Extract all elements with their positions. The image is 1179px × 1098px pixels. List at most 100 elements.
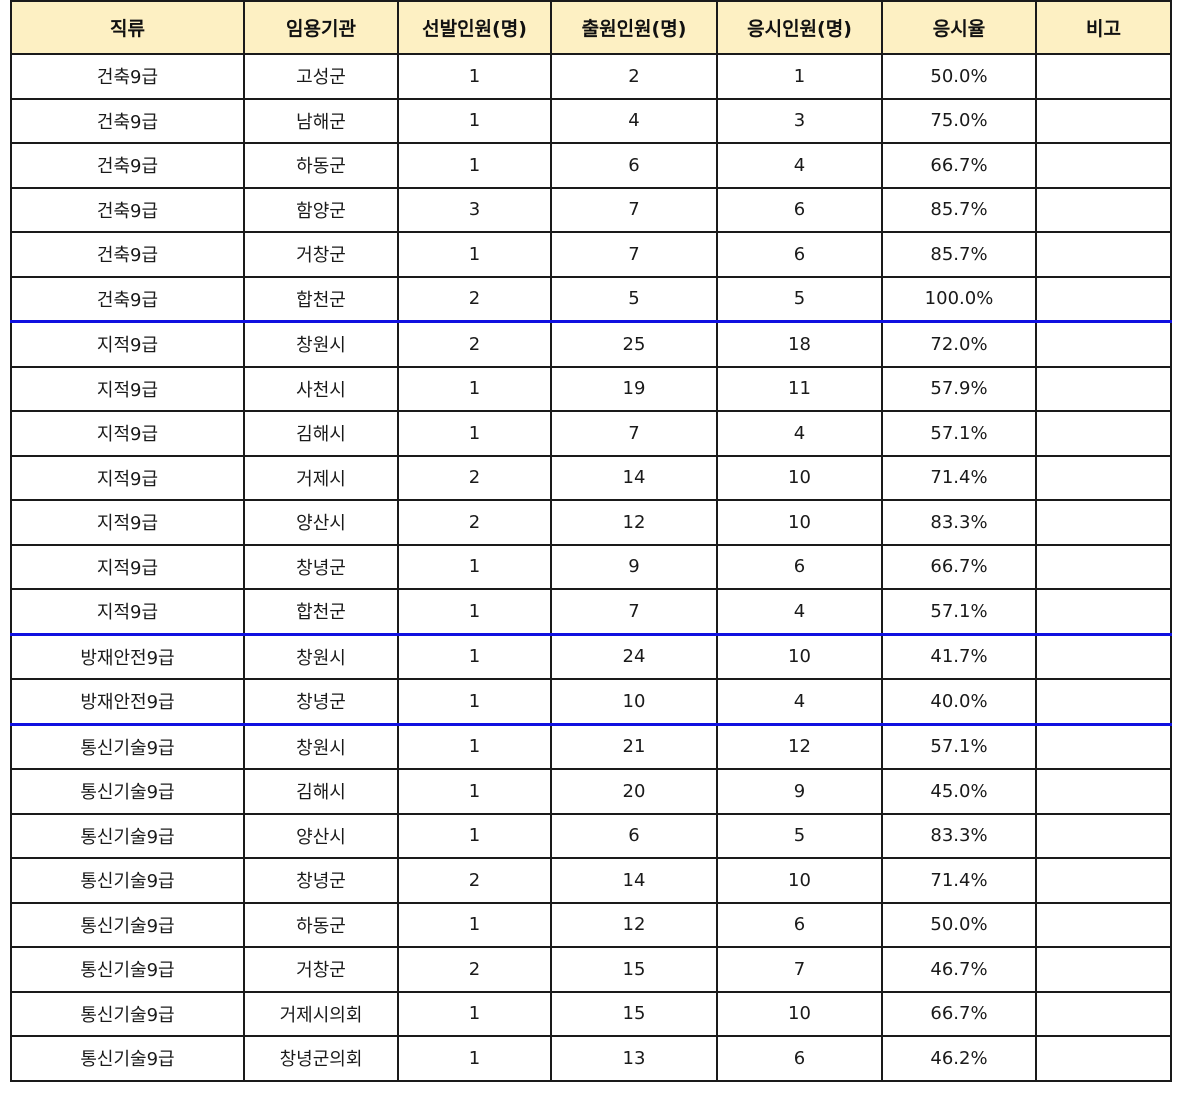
cell-applicant-count: 12	[550, 901, 718, 948]
cell-agency: 하동군	[243, 142, 399, 189]
cell-remarks	[1035, 454, 1172, 501]
cell-agency: 창원시	[243, 632, 399, 680]
table-row: 통신기술9급 김해시 1 20 9 45.0%	[10, 768, 1172, 815]
cell-remarks	[1035, 142, 1172, 189]
table-row: 통신기술9급 거제시의회 1 15 10 66.7%	[10, 990, 1172, 1037]
table-row: 지적9급 창원시 2 25 18 72.0%	[10, 320, 1172, 368]
cell-selected-count: 1	[397, 990, 552, 1037]
header-selected-count: 선발인원(명)	[397, 0, 552, 55]
cell-attendance-rate: 83.3%	[881, 812, 1037, 859]
cell-agency: 창녕군	[243, 543, 399, 590]
cell-remarks	[1035, 678, 1172, 725]
cell-job-category: 지적9급	[10, 410, 245, 457]
table-row: 방재안전9급 창원시 1 24 10 41.7%	[10, 632, 1172, 680]
table-row: 건축9급 거창군 1 7 6 85.7%	[10, 231, 1172, 278]
cell-examinee-count: 12	[716, 722, 883, 770]
cell-agency: 양산시	[243, 812, 399, 859]
table-header: 직류 임용기관 선발인원(명) 출원인원(명) 응시인원(명) 응시율 비고	[10, 0, 1172, 55]
cell-job-category: 통신기술9급	[10, 946, 245, 993]
cell-examinee-count: 10	[716, 499, 883, 546]
cell-remarks	[1035, 53, 1172, 100]
table-row: 지적9급 창녕군 1 9 6 66.7%	[10, 543, 1172, 590]
cell-remarks	[1035, 812, 1172, 859]
cell-job-category: 통신기술9급	[10, 1035, 245, 1082]
cell-selected-count: 1	[397, 142, 552, 189]
header-applicant-count: 출원인원(명)	[550, 0, 718, 55]
cell-attendance-rate: 57.1%	[881, 410, 1037, 457]
exam-statistics-table: 직류 임용기관 선발인원(명) 출원인원(명) 응시인원(명) 응시율 비고 건…	[10, 0, 1172, 1082]
cell-agency: 김해시	[243, 768, 399, 815]
cell-selected-count: 2	[397, 320, 552, 368]
cell-agency: 하동군	[243, 901, 399, 948]
table-row: 건축9급 함양군 3 7 6 85.7%	[10, 186, 1172, 233]
cell-attendance-rate: 85.7%	[881, 231, 1037, 278]
cell-job-category: 지적9급	[10, 588, 245, 635]
cell-examinee-count: 10	[716, 632, 883, 680]
cell-selected-count: 2	[397, 454, 552, 501]
cell-job-category: 지적9급	[10, 365, 245, 412]
table-row: 건축9급 남해군 1 4 3 75.0%	[10, 97, 1172, 144]
cell-applicant-count: 4	[550, 97, 718, 144]
cell-job-category: 통신기술9급	[10, 901, 245, 948]
cell-agency: 합천군	[243, 588, 399, 635]
cell-remarks	[1035, 186, 1172, 233]
cell-job-category: 건축9급	[10, 142, 245, 189]
cell-agency: 함양군	[243, 186, 399, 233]
cell-agency: 합천군	[243, 275, 399, 323]
cell-job-category: 지적9급	[10, 499, 245, 546]
cell-job-category: 지적9급	[10, 543, 245, 590]
cell-agency: 거창군	[243, 946, 399, 993]
cell-attendance-rate: 50.0%	[881, 901, 1037, 948]
cell-job-category: 통신기술9급	[10, 990, 245, 1037]
cell-remarks	[1035, 722, 1172, 770]
cell-remarks	[1035, 768, 1172, 815]
cell-examinee-count: 9	[716, 768, 883, 815]
table-row: 지적9급 거제시 2 14 10 71.4%	[10, 454, 1172, 501]
cell-selected-count: 1	[397, 97, 552, 144]
cell-attendance-rate: 57.1%	[881, 722, 1037, 770]
cell-examinee-count: 6	[716, 186, 883, 233]
cell-examinee-count: 10	[716, 454, 883, 501]
table-row: 통신기술9급 양산시 1 6 5 83.3%	[10, 812, 1172, 859]
cell-selected-count: 1	[397, 678, 552, 725]
cell-examinee-count: 4	[716, 142, 883, 189]
table-row: 건축9급 합천군 2 5 5 100.0%	[10, 275, 1172, 323]
header-remarks: 비고	[1035, 0, 1172, 55]
cell-applicant-count: 5	[550, 275, 718, 323]
cell-agency: 창원시	[243, 320, 399, 368]
cell-attendance-rate: 83.3%	[881, 499, 1037, 546]
table-row: 지적9급 합천군 1 7 4 57.1%	[10, 588, 1172, 635]
cell-applicant-count: 7	[550, 410, 718, 457]
cell-selected-count: 3	[397, 186, 552, 233]
cell-applicant-count: 20	[550, 768, 718, 815]
cell-job-category: 건축9급	[10, 231, 245, 278]
cell-examinee-count: 4	[716, 410, 883, 457]
cell-selected-count: 1	[397, 901, 552, 948]
cell-attendance-rate: 40.0%	[881, 678, 1037, 725]
cell-agency: 창녕군의회	[243, 1035, 399, 1082]
cell-job-category: 건축9급	[10, 275, 245, 323]
cell-selected-count: 2	[397, 857, 552, 904]
cell-applicant-count: 19	[550, 365, 718, 412]
cell-selected-count: 1	[397, 231, 552, 278]
cell-applicant-count: 6	[550, 812, 718, 859]
cell-attendance-rate: 85.7%	[881, 186, 1037, 233]
table-row: 방재안전9급 창녕군 1 10 4 40.0%	[10, 678, 1172, 725]
cell-remarks	[1035, 320, 1172, 368]
cell-applicant-count: 14	[550, 454, 718, 501]
cell-examinee-count: 5	[716, 812, 883, 859]
cell-attendance-rate: 71.4%	[881, 454, 1037, 501]
cell-attendance-rate: 57.1%	[881, 588, 1037, 635]
cell-job-category: 방재안전9급	[10, 632, 245, 680]
table-body: 건축9급 고성군 1 2 1 50.0% 건축9급 남해군 1 4 3 75.0% 건축9급 하동군 1 6 4…	[10, 53, 1172, 1082]
cell-applicant-count: 10	[550, 678, 718, 725]
cell-selected-count: 1	[397, 543, 552, 590]
header-row: 직류 임용기관 선발인원(명) 출원인원(명) 응시인원(명) 응시율 비고	[10, 0, 1172, 55]
cell-applicant-count: 6	[550, 142, 718, 189]
cell-agency: 거제시의회	[243, 990, 399, 1037]
cell-attendance-rate: 45.0%	[881, 768, 1037, 815]
cell-remarks	[1035, 543, 1172, 590]
cell-remarks	[1035, 632, 1172, 680]
cell-agency: 거창군	[243, 231, 399, 278]
cell-applicant-count: 15	[550, 946, 718, 993]
